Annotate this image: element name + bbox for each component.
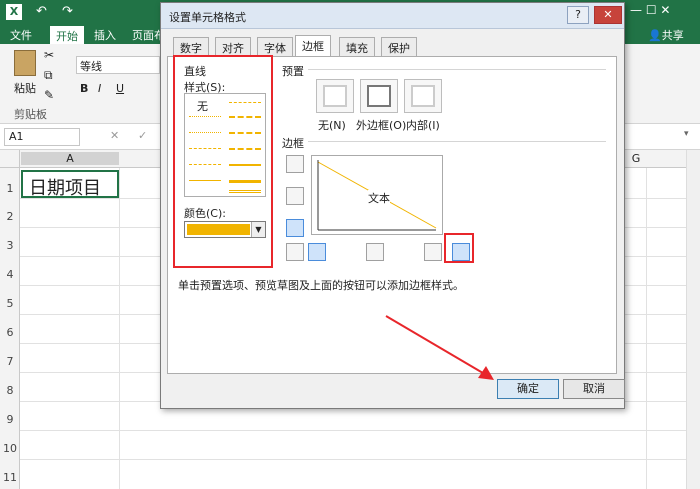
format-painter-icon[interactable]: ✎: [44, 88, 54, 102]
border-center-button[interactable]: [366, 243, 384, 261]
help-button[interactable]: ?: [567, 6, 589, 24]
cancel-button[interactable]: 取消: [563, 379, 625, 399]
font-name-box[interactable]: 等线: [76, 56, 160, 74]
hint-text: 单击预置选项、预览草图及上面的按钮可以添加边框样式。: [178, 279, 464, 292]
tab-font[interactable]: 字体: [257, 37, 293, 56]
vertical-scrollbar[interactable]: [686, 150, 700, 489]
cut-icon[interactable]: ✂: [44, 48, 54, 62]
preset-inside-icon: [411, 85, 435, 107]
underline-button[interactable]: U: [116, 82, 124, 95]
row-header[interactable]: 5: [0, 297, 20, 310]
ok-button[interactable]: 确定: [497, 379, 559, 399]
row-header[interactable]: 6: [0, 326, 20, 339]
preset-outline-button[interactable]: [360, 79, 398, 113]
close-icon: ✕: [603, 8, 613, 21]
grid-line: [20, 459, 700, 460]
tab-insert[interactable]: 插入: [94, 27, 116, 43]
italic-button[interactable]: I: [98, 82, 101, 95]
expand-formula-icon[interactable]: ▾: [684, 129, 689, 139]
row-header[interactable]: 7: [0, 355, 20, 368]
dialog-tabs: 数字 对齐 字体 边框 填充 保护: [167, 35, 617, 57]
confirm-entry-icon[interactable]: ✓: [138, 129, 147, 142]
row-header[interactable]: 1: [0, 182, 20, 195]
row-header[interactable]: 3: [0, 239, 20, 252]
annotation-box-diagonal: [444, 233, 474, 263]
preset-none-icon: [323, 85, 347, 107]
paste-label: 粘贴: [14, 82, 36, 95]
preset-outline-icon: [367, 85, 391, 107]
window-controls[interactable]: — ☐ ✕: [630, 3, 670, 17]
preset-inside-button[interactable]: [404, 79, 442, 113]
preset-none-label: 无(N): [318, 119, 346, 132]
select-all-corner[interactable]: [0, 150, 20, 167]
tab-number[interactable]: 数字: [173, 37, 209, 56]
preset-outline-label: 外边框(O): [356, 119, 407, 132]
cell-a1[interactable]: 日期项目: [21, 170, 119, 199]
border-bottom-button[interactable]: [286, 219, 304, 237]
name-box-value: A1: [9, 130, 24, 143]
close-button[interactable]: ✕: [594, 6, 622, 24]
row-headers: 1 2 3 4 5 6 7 8 9 10 11: [0, 168, 20, 489]
grid-line: [119, 168, 120, 489]
tab-alignment[interactable]: 对齐: [215, 37, 251, 56]
clipboard-group-label: 剪贴板: [14, 108, 47, 121]
dialog-title-bar: 设置单元格格式 ? ✕: [161, 3, 624, 29]
tab-home[interactable]: 开始: [50, 26, 84, 44]
border-label: 边框: [282, 137, 304, 150]
user-icon: 👤: [648, 29, 662, 42]
row-header[interactable]: 8: [0, 384, 20, 397]
section-divider: [308, 141, 606, 142]
copy-icon[interactable]: ⧉: [44, 68, 53, 83]
undo-icon[interactable]: ↶: [36, 4, 47, 19]
font-name-value: 等线: [80, 60, 102, 73]
grid-line: [20, 430, 700, 431]
cancel-entry-icon[interactable]: ✕: [110, 129, 119, 142]
row-header[interactable]: 10: [0, 442, 20, 455]
name-box[interactable]: A1: [4, 128, 80, 146]
tab-fill[interactable]: 填充: [339, 37, 375, 56]
border-top-button[interactable]: [286, 155, 304, 173]
row-header[interactable]: 4: [0, 268, 20, 281]
annotation-box-line-settings: [173, 55, 273, 268]
preset-none-button[interactable]: [316, 79, 354, 113]
annotation-arrow: [385, 315, 494, 380]
column-header-g[interactable]: G: [626, 152, 646, 165]
border-diagonal-up-button[interactable]: [286, 243, 304, 261]
redo-icon[interactable]: ↷: [62, 4, 73, 19]
row-header[interactable]: 2: [0, 210, 20, 223]
preview-text: 文本: [368, 190, 390, 206]
row-header[interactable]: 9: [0, 413, 20, 426]
dialog-title: 设置单元格格式: [169, 11, 246, 24]
tab-border[interactable]: 边框: [295, 35, 331, 57]
grid-line: [646, 168, 647, 489]
preset-label: 预置: [282, 65, 304, 78]
section-divider: [308, 69, 606, 70]
preset-inside-label: 内部(I): [406, 119, 440, 132]
row-header[interactable]: 11: [0, 471, 20, 484]
border-preview[interactable]: 文本: [311, 155, 443, 235]
tab-file[interactable]: 文件: [10, 27, 32, 43]
bold-button[interactable]: B: [80, 82, 88, 95]
paste-icon: [14, 50, 36, 76]
excel-logo-icon: X: [6, 4, 22, 20]
tab-protection[interactable]: 保护: [381, 37, 417, 56]
border-middle-button[interactable]: [286, 187, 304, 205]
column-header-a[interactable]: A: [21, 152, 119, 165]
paste-button[interactable]: 粘贴: [10, 50, 40, 100]
share-button[interactable]: 👤共享: [648, 27, 684, 43]
border-right-button[interactable]: [424, 243, 442, 261]
border-left-button[interactable]: [308, 243, 326, 261]
